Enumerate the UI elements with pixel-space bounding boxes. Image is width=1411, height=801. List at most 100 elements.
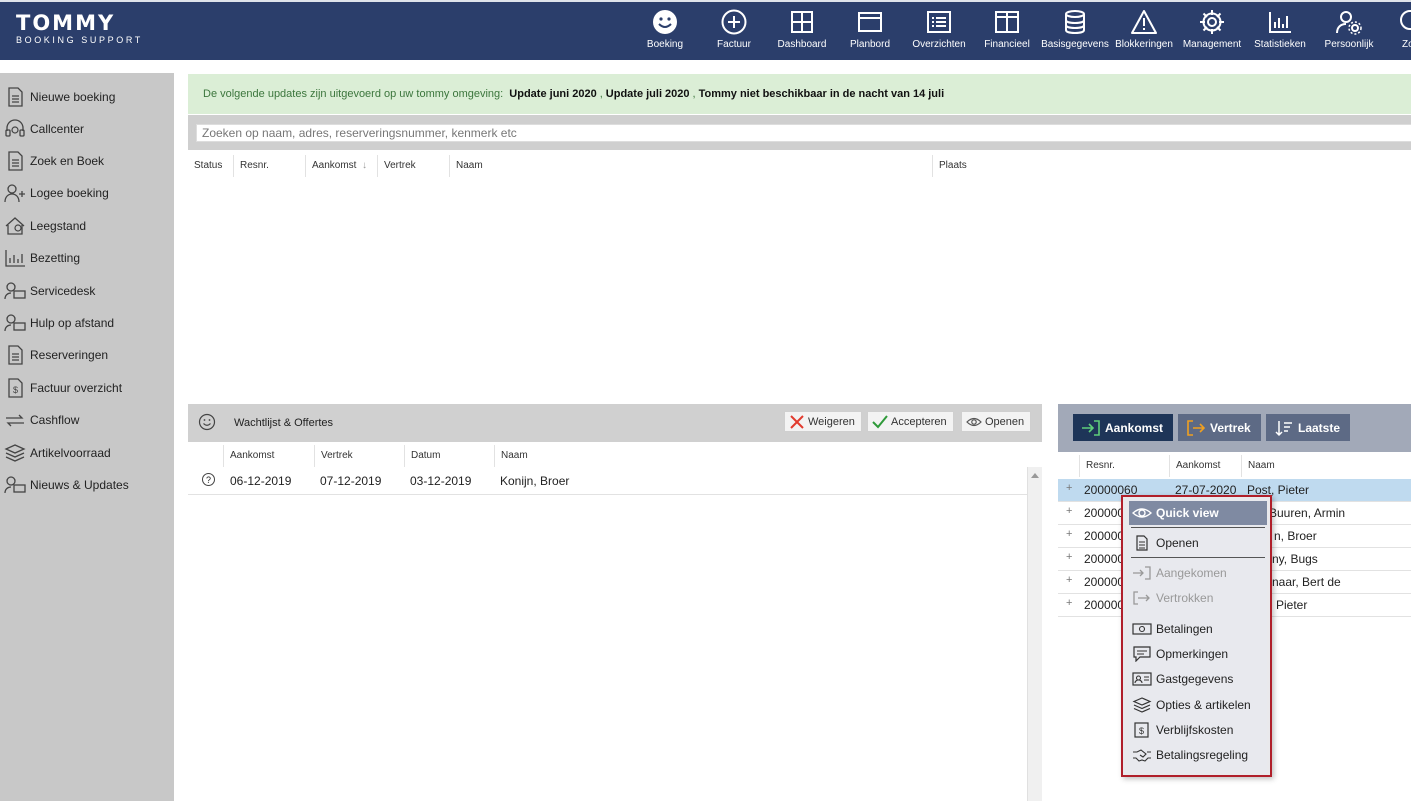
menu-item-gastgegevens[interactable]: Gastgegevens [1129,667,1267,691]
nav-label: Zo [1402,39,1411,50]
menu-item-betalingen[interactable]: Betalingen [1129,617,1267,641]
sidebar-item-artikelvoorraad[interactable]: Artikelvoorraad [4,441,111,465]
cell-vertrek: 07-12-2019 [320,474,382,488]
sidebar-item-zoek-en-boek[interactable]: Zoek en Boek [4,149,104,173]
col-resnr[interactable]: Resnr. [1080,455,1170,477]
sidebar-item-servicedesk[interactable]: Servicedesk [4,279,95,303]
nav-planbord[interactable]: Planbord [835,8,905,50]
logo[interactable]: TOMMY BOOKING SUPPORT [16,12,143,45]
sidebar-item-logee-boeking[interactable]: Logee boeking [4,181,109,205]
nav-statistieken[interactable]: Statistieken [1245,8,1315,50]
menu-item-quick-view[interactable]: Quick view [1129,501,1267,525]
sidebar-item-bezetting[interactable]: Bezetting [4,246,80,270]
col-resnr[interactable]: Resnr. [234,155,306,177]
expand-icon[interactable]: + [1066,505,1072,517]
user-desk-icon [4,282,26,300]
sidebar-item-label: Reserveringen [30,348,109,362]
menu-item-verblijfskosten[interactable]: $ Verblijfskosten [1129,718,1267,742]
cell-datum: 03-12-2019 [410,474,472,488]
col-plaats[interactable]: Plaats [933,155,1411,177]
menu-item-opties-artikelen[interactable]: Opties & artikelen [1129,693,1267,717]
expand-icon[interactable]: + [1066,597,1072,609]
nav-boeking[interactable]: Boeking [630,8,700,50]
col-status[interactable]: Status [188,155,234,177]
menu-item-opmerkingen[interactable]: Opmerkingen [1129,642,1267,666]
nav-overzichten[interactable]: Overzichten [904,8,974,50]
cell-naam: Konijn, Broer [500,474,570,488]
nav-dashboard[interactable]: Dashboard [767,8,837,50]
table-row[interactable]: ? 06-12-2019 07-12-2019 03-12-2019 Konij… [188,469,1028,495]
search-input[interactable] [196,124,1411,142]
col-aankomst[interactable]: Aankomst ↓ [306,155,378,177]
sidebar-item-factuur-overzicht[interactable]: $ Factuur overzicht [4,376,122,400]
menu-item-openen[interactable]: Openen [1129,531,1267,555]
col-naam[interactable]: Naam [1242,455,1411,477]
col-datum[interactable]: Datum [405,445,495,467]
top-bar: TOMMY BOOKING SUPPORT Boeking Factuur Da… [0,0,1411,60]
bar-chart-icon [5,250,25,267]
col-vertrek[interactable]: Vertrek [378,155,450,177]
col-aankomst[interactable]: Aankomst [1170,455,1242,477]
context-menu-body: Quick view Openen Aangekomen Vertrokken … [1129,499,1267,773]
col-vertrek[interactable]: Vertrek [315,445,405,467]
tab-vertrek[interactable]: Vertrek [1178,414,1261,441]
handshake-icon [1133,749,1151,762]
open-button[interactable]: Openen [961,411,1032,432]
waitlist-table-header: Aankomst Vertrek Datum Naam [188,445,1042,467]
close-icon [790,414,804,429]
nav-management[interactable]: Management [1177,8,1247,50]
nav-basisgegevens[interactable]: Basisgegevens [1040,8,1110,50]
notice-link[interactable]: Tommy niet beschikbaar in de nacht van 1… [699,88,945,100]
sidebar-item-nieuwe-boeking[interactable]: Nieuwe boeking [4,85,115,109]
menu-item-label: Betalingsregeling [1156,748,1249,762]
cell-naam: ny, Bugs [1272,552,1318,566]
waitlist-scrollbar[interactable] [1027,467,1042,801]
user-desk-icon [4,314,26,332]
nav-financieel[interactable]: Financieel [972,8,1042,50]
sidebar-item-callcenter[interactable]: Callcenter [4,117,84,141]
expand-icon[interactable]: + [1066,551,1072,563]
id-card-icon [1132,672,1152,686]
menu-item-label: Opties & artikelen [1156,698,1251,712]
sidebar-item-leegstand[interactable]: Leegstand [4,214,86,238]
cell-resnr: 200000 [1084,598,1125,612]
notice-link[interactable]: Update juni 2020 [509,88,596,100]
tab-label: Aankomst [1105,420,1164,435]
reject-button[interactable]: Weigeren [784,411,862,432]
menu-item-aangekomen[interactable]: Aangekomen [1129,561,1267,585]
cell-naam: n, Broer [1274,529,1317,543]
col-naam[interactable]: Naam [495,445,1042,467]
tab-aankomst[interactable]: Aankomst [1073,414,1174,441]
col-naam[interactable]: Naam [450,155,933,177]
sidebar-item-label: Callcenter [30,122,85,136]
scroll-up-icon[interactable] [1031,473,1039,478]
arrive-icon [1082,419,1100,436]
sidebar-item-hulp-op-afstand[interactable]: Hulp op afstand [4,311,114,335]
menu-item-betalingsregeling[interactable]: Betalingsregeling [1129,743,1267,767]
sidebar-item-cashflow[interactable]: Cashflow [4,408,79,432]
expand-icon[interactable]: + [1066,482,1072,494]
nav-factuur[interactable]: Factuur [699,8,769,50]
nav-blokkeringen[interactable]: Blokkeringen [1109,8,1179,50]
sidebar-item-nieuws-updates[interactable]: Nieuws & Updates [4,473,129,497]
expand-icon[interactable]: + [1066,574,1072,586]
expand-icon[interactable]: + [1066,528,1072,540]
sidebar: Nieuwe boeking Callcenter Zoek en Boek L… [0,73,174,801]
col-aankomst[interactable]: Aankomst [224,445,315,467]
notice-link[interactable]: Update juli 2020 [606,88,690,100]
results-table-header: Status Resnr. Aankomst ↓ Vertrek Naam Pl… [188,155,1411,177]
arrive-icon [1133,566,1151,580]
menu-item-label: Betalingen [1156,622,1213,636]
nav-zoeken[interactable]: Zo [1376,8,1411,50]
document-icon [1136,535,1148,551]
accept-button[interactable]: Accepteren [867,411,954,432]
tab-laatste[interactable]: Laatste [1266,414,1351,441]
accept-button-label: Accepteren [891,415,947,428]
cell-resnr: 200000 [1084,575,1125,589]
nav-persoonlijk[interactable]: Persoonlijk [1314,8,1384,50]
svg-text:$: $ [13,385,18,395]
menu-item-label: Openen [1156,536,1199,550]
sidebar-item-reserveringen[interactable]: Reserveringen [4,343,108,367]
gear-icon [1200,10,1224,34]
menu-item-vertrokken[interactable]: Vertrokken [1129,586,1267,610]
